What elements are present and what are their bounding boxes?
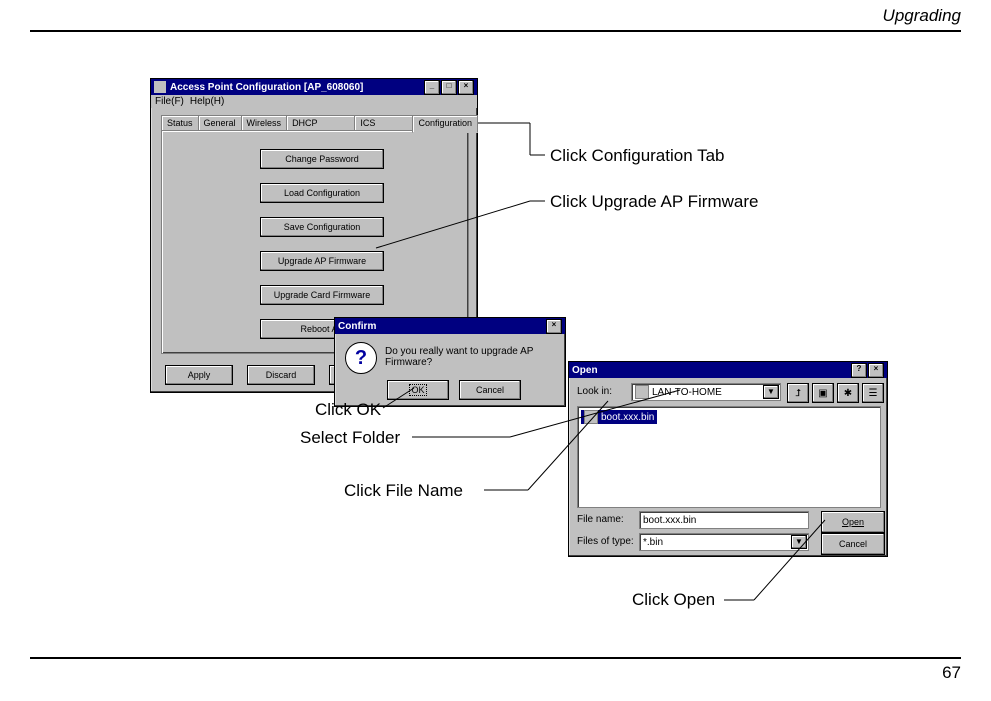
confirm-close-button[interactable]: × bbox=[546, 319, 562, 334]
close-button[interactable]: × bbox=[458, 80, 474, 95]
app-icon bbox=[154, 81, 166, 93]
upgrade-ap-button[interactable]: Upgrade AP Firmware bbox=[260, 251, 384, 271]
folder-icon bbox=[635, 385, 649, 399]
ok-button-label: OK bbox=[409, 384, 426, 396]
open-titlebar: Open ? × bbox=[569, 362, 887, 378]
look-in-label: Look in: bbox=[577, 386, 612, 397]
up-one-level-icon[interactable]: ⮥ bbox=[787, 383, 809, 403]
callout-select-folder: Select Folder bbox=[300, 428, 400, 448]
files-type-value: *.bin bbox=[643, 537, 663, 548]
new-folder-icon[interactable]: ✱ bbox=[837, 383, 859, 403]
look-in-dropdown[interactable]: LAN-TO-HOME ▼ bbox=[631, 383, 781, 401]
tab-configuration[interactable]: Configuration bbox=[412, 115, 478, 133]
open-help-button[interactable]: ? bbox=[851, 363, 867, 378]
config-titlebar: Access Point Configuration [AP_608060] _… bbox=[151, 79, 477, 95]
file-name-label: File name: bbox=[577, 514, 624, 525]
open-close-button[interactable]: × bbox=[868, 363, 884, 378]
open-button-label: Open bbox=[842, 517, 864, 527]
list-view-icon[interactable]: ☰ bbox=[862, 383, 884, 403]
minimize-button[interactable]: _ bbox=[424, 80, 440, 95]
callout-click-ok: Click OK bbox=[315, 400, 381, 420]
header-rule bbox=[30, 30, 961, 32]
look-in-value: LAN-TO-HOME bbox=[652, 387, 722, 398]
file-name-input[interactable]: boot.xxx.bin bbox=[639, 511, 809, 529]
selected-file-item[interactable]: boot.xxx.bin bbox=[581, 410, 657, 424]
question-icon bbox=[345, 342, 377, 374]
selected-file-name: boot.xxx.bin bbox=[601, 412, 654, 423]
callout-config-tab: Click Configuration Tab bbox=[550, 146, 725, 166]
files-type-label: Files of type: bbox=[577, 536, 634, 547]
menubar: File(F) Help(H) bbox=[151, 95, 477, 108]
cancel-button[interactable]: Cancel bbox=[459, 380, 521, 400]
discard-button[interactable]: Discard bbox=[247, 365, 315, 385]
footer-rule bbox=[30, 657, 961, 659]
config-title: Access Point Configuration [AP_608060] bbox=[170, 82, 363, 93]
callout-click-file: Click File Name bbox=[344, 481, 463, 501]
open-dialog: Open ? × Look in: LAN-TO-HOME ▼ ⮥ ▣ ✱ ☰ … bbox=[568, 361, 888, 557]
apply-button[interactable]: Apply bbox=[165, 365, 233, 385]
page-number: 67 bbox=[942, 663, 961, 683]
menu-help[interactable]: Help(H) bbox=[190, 96, 224, 107]
files-type-dropdown-arrow[interactable]: ▼ bbox=[791, 535, 807, 549]
file-list[interactable]: boot.xxx.bin bbox=[577, 406, 881, 508]
load-config-button[interactable]: Load Configuration bbox=[260, 183, 384, 203]
maximize-button[interactable]: □ bbox=[441, 80, 457, 95]
save-config-button[interactable]: Save Configuration bbox=[260, 217, 384, 237]
menu-file[interactable]: File(F) bbox=[155, 96, 184, 107]
confirm-title: Confirm bbox=[338, 321, 376, 332]
open-cancel-button[interactable]: Cancel bbox=[821, 533, 885, 555]
change-password-button[interactable]: Change Password bbox=[260, 149, 384, 169]
confirm-message: Do you really want to upgrade AP Firmwar… bbox=[385, 346, 565, 368]
open-title: Open bbox=[572, 365, 598, 376]
files-type-dropdown[interactable]: *.bin ▼ bbox=[639, 533, 809, 551]
confirm-titlebar: Confirm × bbox=[335, 318, 565, 334]
upgrade-card-button[interactable]: Upgrade Card Firmware bbox=[260, 285, 384, 305]
callout-upgrade-ap: Click Upgrade AP Firmware bbox=[550, 192, 758, 212]
file-icon bbox=[584, 410, 598, 424]
open-button[interactable]: Open bbox=[821, 511, 885, 533]
look-in-dropdown-arrow[interactable]: ▼ bbox=[763, 385, 779, 399]
ok-button[interactable]: OK bbox=[387, 380, 449, 400]
file-name-value: boot.xxx.bin bbox=[643, 515, 696, 526]
confirm-dialog: Confirm × Do you really want to upgrade … bbox=[334, 317, 566, 407]
callout-click-open: Click Open bbox=[632, 590, 715, 610]
desktop-icon[interactable]: ▣ bbox=[812, 383, 834, 403]
page-header-title: Upgrading bbox=[883, 6, 961, 26]
